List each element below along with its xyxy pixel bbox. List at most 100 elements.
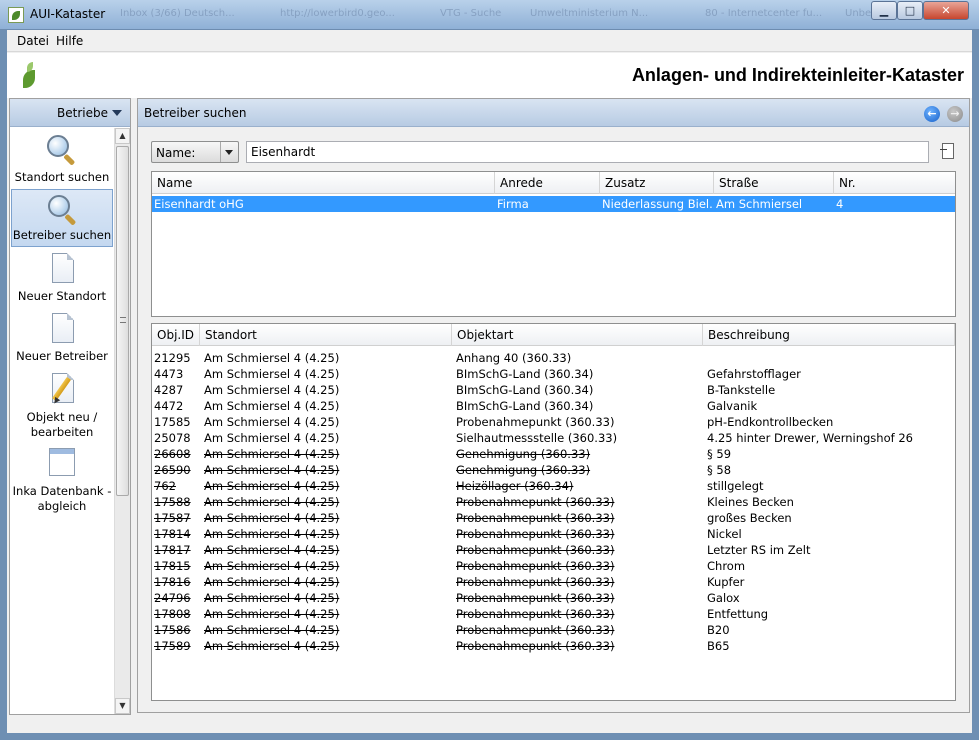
table-row[interactable]: 762 Am Schmiersel 4 (4.25) Heizöllager (36… (152, 478, 955, 494)
table-row[interactable]: 17816 Am Schmiersel 4 (4.25) Probenahmepun… (152, 574, 955, 590)
close-button[interactable]: ✕ (923, 1, 969, 20)
table-cell: Am Schmiersel 4 (4.25) (204, 351, 340, 365)
chevron-down-icon (220, 142, 238, 162)
column-header[interactable]: Zusatz (600, 172, 714, 194)
table-cell: Am Schmiersel 4 (4.25) (204, 447, 340, 461)
sidebar-list: Standort suchen Betreiber suchen Neuer S… (10, 128, 114, 714)
scroll-down-icon[interactable]: ▼ (115, 698, 130, 714)
document-icon (45, 312, 79, 346)
table-cell (705, 350, 955, 366)
background-tab: Umweltministerium N... (530, 8, 649, 19)
table-cell: 17814 (154, 527, 191, 541)
maximize-button[interactable]: □ (897, 1, 923, 20)
table-row[interactable]: 21295 Am Schmiersel 4 (4.25) Anhang 40 (36… (152, 350, 955, 366)
table-row[interactable]: 25078 Am Schmiersel 4 (4.25) Sielhautmesss… (152, 430, 955, 446)
sidebar: Betriebe Standort suchen Betreiber suche… (9, 98, 131, 715)
table-row[interactable]: 17586 Am Schmiersel 4 (4.25) Probenahmepun… (152, 622, 955, 638)
table-row[interactable]: 24796 Am Schmiersel 4 (4.25) Probenahmepun… (152, 590, 955, 606)
table-cell: Am Schmiersel (716, 197, 803, 211)
forward-arrow-icon[interactable]: → (947, 106, 963, 122)
sidebar-item-standort-suchen[interactable]: Standort suchen (11, 130, 113, 188)
column-header[interactable]: Objektart (452, 324, 703, 346)
menu-datei[interactable]: Datei (17, 34, 49, 48)
table-cell: Am Schmiersel 4 (4.25) (204, 495, 340, 509)
table-cell: Galvanik (707, 399, 758, 413)
sidebar-item-betreiber-suchen[interactable]: Betreiber suchen (11, 189, 113, 247)
table-row[interactable]: 4473 Am Schmiersel 4 (4.25) BImSchG-Land (… (152, 366, 955, 382)
app-header: Anlagen- und Indirekteinleiter-Kataster (7, 53, 972, 98)
table-cell: 4473 (154, 367, 184, 381)
table-cell: 24796 (154, 591, 191, 605)
table-cell: stillgelegt (707, 479, 764, 493)
table-row[interactable]: 17585 Am Schmiersel 4 (4.25) Probenahmepun… (152, 414, 955, 430)
table-cell: Probenahmepunkt (360.33) (456, 527, 615, 541)
app-heading: Anlagen- und Indirekteinleiter-Kataster (631, 65, 964, 85)
table-row[interactable]: 4287 Am Schmiersel 4 (4.25) BImSchG-Land (… (152, 382, 955, 398)
table-cell: Probenahmepunkt (360.33) (456, 591, 615, 605)
table-cell: Am Schmiersel 4 (4.25) (204, 399, 340, 413)
table-cell: Am Schmiersel 4 (4.25) (204, 383, 340, 397)
new-document-icon[interactable] (938, 141, 956, 161)
table-cell: 17817 (154, 543, 191, 557)
table-cell: Am Schmiersel 4 (4.25) (204, 463, 340, 477)
table-row[interactable]: 4472 Am Schmiersel 4 (4.25) BImSchG-Land (… (152, 398, 955, 414)
table-cell: Probenahmepunkt (360.33) (456, 575, 615, 589)
table-cell: B20 (707, 623, 730, 637)
table-row[interactable]: Eisenhardt oHG Firma Niederlassung Biel...… (152, 196, 955, 212)
table-row[interactable]: 17587 Am Schmiersel 4 (4.25) Probenahmepun… (152, 510, 955, 526)
table-cell: Sielhautmessstelle (360.33) (456, 431, 618, 445)
panel-header: Betreiber suchen ← → (138, 99, 969, 127)
sidebar-item-label: Neuer Betreiber (16, 349, 108, 363)
table-cell: B-Tankstelle (707, 383, 776, 397)
table-row[interactable]: 17814 Am Schmiersel 4 (4.25) Probenahmepun… (152, 526, 955, 542)
table-header: Obj.ID Standort Objektart Beschreibung (152, 324, 955, 346)
table-cell: Kupfer (707, 575, 745, 589)
scroll-thumb[interactable] (116, 146, 129, 496)
table-cell: Probenahmepunkt (360.33) (456, 511, 615, 525)
table-row[interactable]: 26590 Am Schmiersel 4 (4.25) Genehmigung (… (152, 462, 955, 478)
table-cell: Probenahmepunkt (360.33) (456, 543, 615, 557)
background-tab: http://lowerbird0.geo... (280, 8, 395, 19)
sidebar-category-dropdown[interactable]: Betriebe (10, 99, 130, 127)
search-field-select[interactable]: Name: (151, 141, 239, 163)
table-row[interactable]: 17588 Am Schmiersel 4 (4.25) Probenahmepun… (152, 494, 955, 510)
column-header[interactable]: Beschreibung (703, 324, 955, 346)
table-row[interactable]: 17815 Am Schmiersel 4 (4.25) Probenahmepun… (152, 558, 955, 574)
background-tab: VTG - Suche (440, 8, 502, 19)
sidebar-item-neuer-standort[interactable]: Neuer Standort (11, 249, 113, 307)
table-row[interactable]: 17808 Am Schmiersel 4 (4.25) Probenahmepun… (152, 606, 955, 622)
sidebar-scrollbar[interactable]: ▲ ▼ (114, 128, 130, 714)
chevron-down-icon (112, 110, 122, 116)
sidebar-item-label: Neuer Standort (17, 289, 107, 303)
sidebar-item-neuer-betreiber[interactable]: Neuer Betreiber (11, 309, 113, 367)
table-row[interactable]: 26608 Am Schmiersel 4 (4.25) Genehmigung (… (152, 446, 955, 462)
table-cell: Am Schmiersel 4 (4.25) (204, 591, 340, 605)
table-cell: 26590 (154, 463, 191, 477)
table-row[interactable]: 17589 Am Schmiersel 4 (4.25) Probenahmepun… (152, 638, 955, 654)
table-cell: 4287 (154, 383, 184, 397)
table-header: Name Anrede Zusatz Straße Nr. (152, 172, 955, 194)
table-cell: § 58 (707, 463, 732, 477)
window-titlebar[interactable]: AUI-Kataster Inbox (3/66) Deutsch... htt… (0, 0, 979, 30)
column-header[interactable]: Obj.ID (152, 324, 200, 346)
minimize-button[interactable]: ▁ (871, 1, 897, 20)
menu-hilfe[interactable]: Hilfe (56, 34, 83, 48)
sidebar-item-inka-abgleich[interactable]: Inka Datenbank - abgleich (11, 443, 113, 513)
column-header[interactable]: Anrede (495, 172, 600, 194)
scroll-up-icon[interactable]: ▲ (115, 128, 130, 144)
table-cell: Probenahmepunkt (360.33) (456, 607, 615, 621)
column-header[interactable]: Name (152, 172, 495, 194)
column-header[interactable]: Standort (200, 324, 452, 346)
table-cell: Am Schmiersel 4 (4.25) (204, 639, 340, 653)
column-header[interactable]: Straße (714, 172, 834, 194)
leaf-logo-icon (21, 58, 37, 90)
table-cell: Kleines Becken (707, 495, 794, 509)
table-cell: Am Schmiersel 4 (4.25) (204, 367, 340, 381)
table-row[interactable]: 17817 Am Schmiersel 4 (4.25) Probenahmepun… (152, 542, 955, 558)
search-input[interactable] (246, 141, 929, 163)
pencil-document-icon (45, 372, 79, 406)
sidebar-item-label: Betreiber suchen (12, 228, 112, 242)
sidebar-item-objekt-bearbeiten[interactable]: Objekt neu / bearbeiten (11, 369, 113, 439)
back-arrow-icon[interactable]: ← (924, 106, 940, 122)
column-header[interactable]: Nr. (834, 172, 955, 194)
